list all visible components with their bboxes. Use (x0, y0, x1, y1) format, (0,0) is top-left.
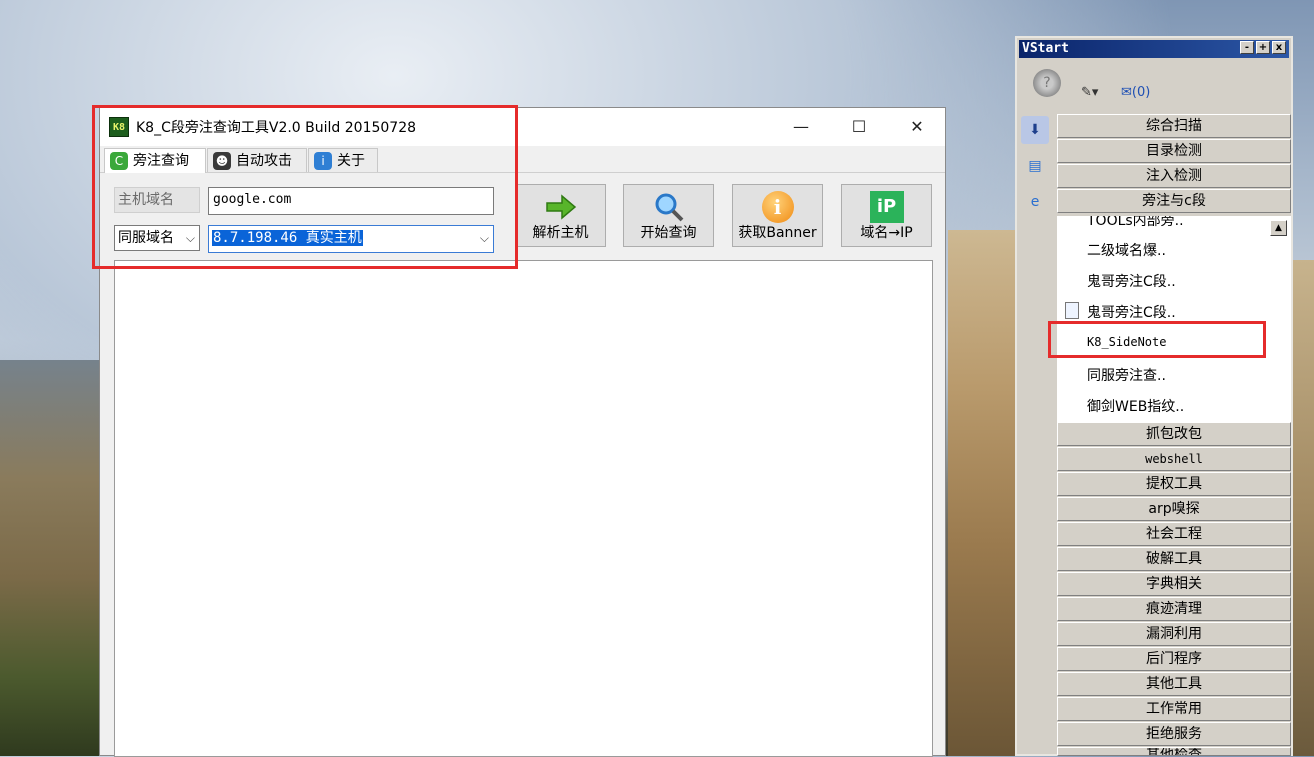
green-arrow-icon (545, 194, 576, 220)
category-social-engineering[interactable]: 社会工程 (1057, 522, 1291, 546)
category-dictionary[interactable]: 字典相关 (1057, 572, 1291, 596)
desktop-landscape-left (0, 360, 100, 756)
desktop-landscape-far (1290, 260, 1314, 756)
k8-main-window: K8 K8_C段旁注查询工具V2.0 Build 20150728 — ☐ ✕ … (99, 107, 946, 757)
host-domain-input[interactable]: google.com (208, 187, 494, 215)
category-comprehensive-scan[interactable]: 综合扫描 (1057, 114, 1291, 138)
category-other-tools[interactable]: 其他工具 (1057, 672, 1291, 696)
vstart-panel: VStart - + x ? ✎▾ ✉(0) ⬇ ▤ e 综合扫描 目录检测 注… (1015, 36, 1293, 756)
list-item[interactable]: 同服旁注查.. (1087, 365, 1166, 385)
maximize-button[interactable]: ☐ (830, 108, 888, 146)
category-directory-detect[interactable]: 目录检测 (1057, 139, 1291, 163)
document-icon (1065, 302, 1079, 319)
start-query-button[interactable]: 开始查询 (623, 184, 714, 247)
category-sidenote-c-segment[interactable]: 旁注与c段 (1057, 189, 1291, 213)
query-mode-value: 同服域名 (118, 230, 174, 246)
category-webshell[interactable]: webshell (1057, 447, 1291, 471)
list-item[interactable]: 鬼哥旁注C段.. (1087, 271, 1176, 291)
host-domain-label: 主机域名 (114, 187, 200, 213)
c-icon: C (110, 152, 128, 170)
category-arp-sniff[interactable]: arp嗅探 (1057, 497, 1291, 521)
scroll-up-button[interactable]: ▲ (1270, 220, 1287, 236)
tab-auto-attack[interactable]: ☻ 自动攻击 (207, 148, 307, 172)
category-packet-capture[interactable]: 抓包改包 (1057, 422, 1291, 446)
mail-icon: ✉ (1121, 85, 1132, 100)
category-crack-tools[interactable]: 破解工具 (1057, 547, 1291, 571)
tab-label: 关于 (337, 153, 365, 169)
button-label: 解析主机 (532, 225, 589, 241)
category-dos[interactable]: 拒绝服务 (1057, 722, 1291, 746)
category-exploit[interactable]: 漏洞利用 (1057, 622, 1291, 646)
ip-select[interactable]: 8.7.198.46 真实主机 ⌵ (208, 225, 494, 253)
vstart-minimize-button[interactable]: - (1240, 41, 1254, 54)
vstart-toolbar: ? ✎▾ ✉(0) (1019, 59, 1289, 109)
list-item-label: 鬼哥旁注C段.. (1087, 305, 1176, 321)
tab-label: 旁注查询 (133, 153, 189, 169)
resolve-host-button[interactable]: 解析主机 (515, 184, 606, 247)
category-injection-detect[interactable]: 注入检测 (1057, 164, 1291, 188)
button-label: 获取Banner (738, 225, 817, 241)
tools-icon[interactable]: ✎▾ (1081, 85, 1098, 100)
category-other-check[interactable]: 其他检查 (1057, 747, 1291, 756)
info-orange-icon: i (761, 191, 794, 223)
domain-to-ip-button[interactable]: iP 域名→IP (841, 184, 932, 247)
help-gear-icon[interactable]: ? (1033, 69, 1061, 97)
tab-about[interactable]: i 关于 (308, 148, 378, 172)
button-label: 开始查询 (640, 225, 697, 241)
vstart-side-icons: ⬇ ▤ e (1021, 116, 1053, 224)
folder-icon[interactable]: ▤ (1021, 152, 1049, 180)
tab-sidenote-query[interactable]: C 旁注查询 (104, 148, 206, 173)
category-backdoor[interactable]: 后门程序 (1057, 647, 1291, 671)
desktop-landscape-right (948, 230, 1018, 756)
close-button[interactable]: ✕ (888, 108, 946, 146)
list-item-k8-sidenote[interactable]: K8_SideNote (1087, 335, 1166, 349)
category-work-common[interactable]: 工作常用 (1057, 697, 1291, 721)
tab-strip: C 旁注查询 ☻ 自动攻击 i 关于 (100, 146, 945, 173)
window-title: K8_C段旁注查询工具V2.0 Build 20150728 (136, 120, 417, 136)
ip-icon: iP (869, 191, 904, 223)
vstart-close-button[interactable]: x (1272, 41, 1286, 54)
list-item[interactable]: 鬼哥旁注C段.. (1065, 302, 1176, 322)
mail-count: (0) (1131, 85, 1151, 100)
results-area[interactable] (114, 260, 933, 757)
app-icon: K8 (109, 117, 129, 137)
magnifier-icon (655, 193, 683, 222)
mail-button[interactable]: ✉(0) (1121, 85, 1150, 100)
download-icon[interactable]: ⬇ (1021, 116, 1049, 144)
chevron-down-icon: ⌵ (479, 231, 489, 245)
ip-value: 8.7.198.46 真实主机 (212, 230, 363, 246)
chevron-down-icon: ⌵ (185, 231, 195, 245)
title-bar[interactable]: K8 K8_C段旁注查询工具V2.0 Build 20150728 — ☐ ✕ (100, 108, 945, 146)
minimize-button[interactable]: — (772, 108, 830, 146)
category-privilege-escalation[interactable]: 提权工具 (1057, 472, 1291, 496)
button-label: 域名→IP (860, 225, 913, 241)
get-banner-button[interactable]: i 获取Banner (732, 184, 823, 247)
tab-label: 自动攻击 (236, 153, 292, 169)
vstart-maximize-button[interactable]: + (1256, 41, 1270, 54)
category-trace-cleanup[interactable]: 痕迹清理 (1057, 597, 1291, 621)
info-icon: i (314, 152, 332, 170)
hacker-icon: ☻ (213, 152, 231, 170)
vstart-tool-list: TOOLs内部旁.. 二级域名爆.. 鬼哥旁注C段.. 鬼哥旁注C段.. K8_… (1057, 216, 1291, 422)
list-item[interactable]: TOOLs内部旁.. (1087, 216, 1184, 230)
query-mode-select[interactable]: 同服域名 ⌵ (114, 225, 200, 251)
ie-icon[interactable]: e (1021, 188, 1049, 216)
list-item[interactable]: 二级域名爆.. (1087, 240, 1166, 260)
list-item[interactable]: 御剑WEB指纹.. (1087, 396, 1184, 416)
